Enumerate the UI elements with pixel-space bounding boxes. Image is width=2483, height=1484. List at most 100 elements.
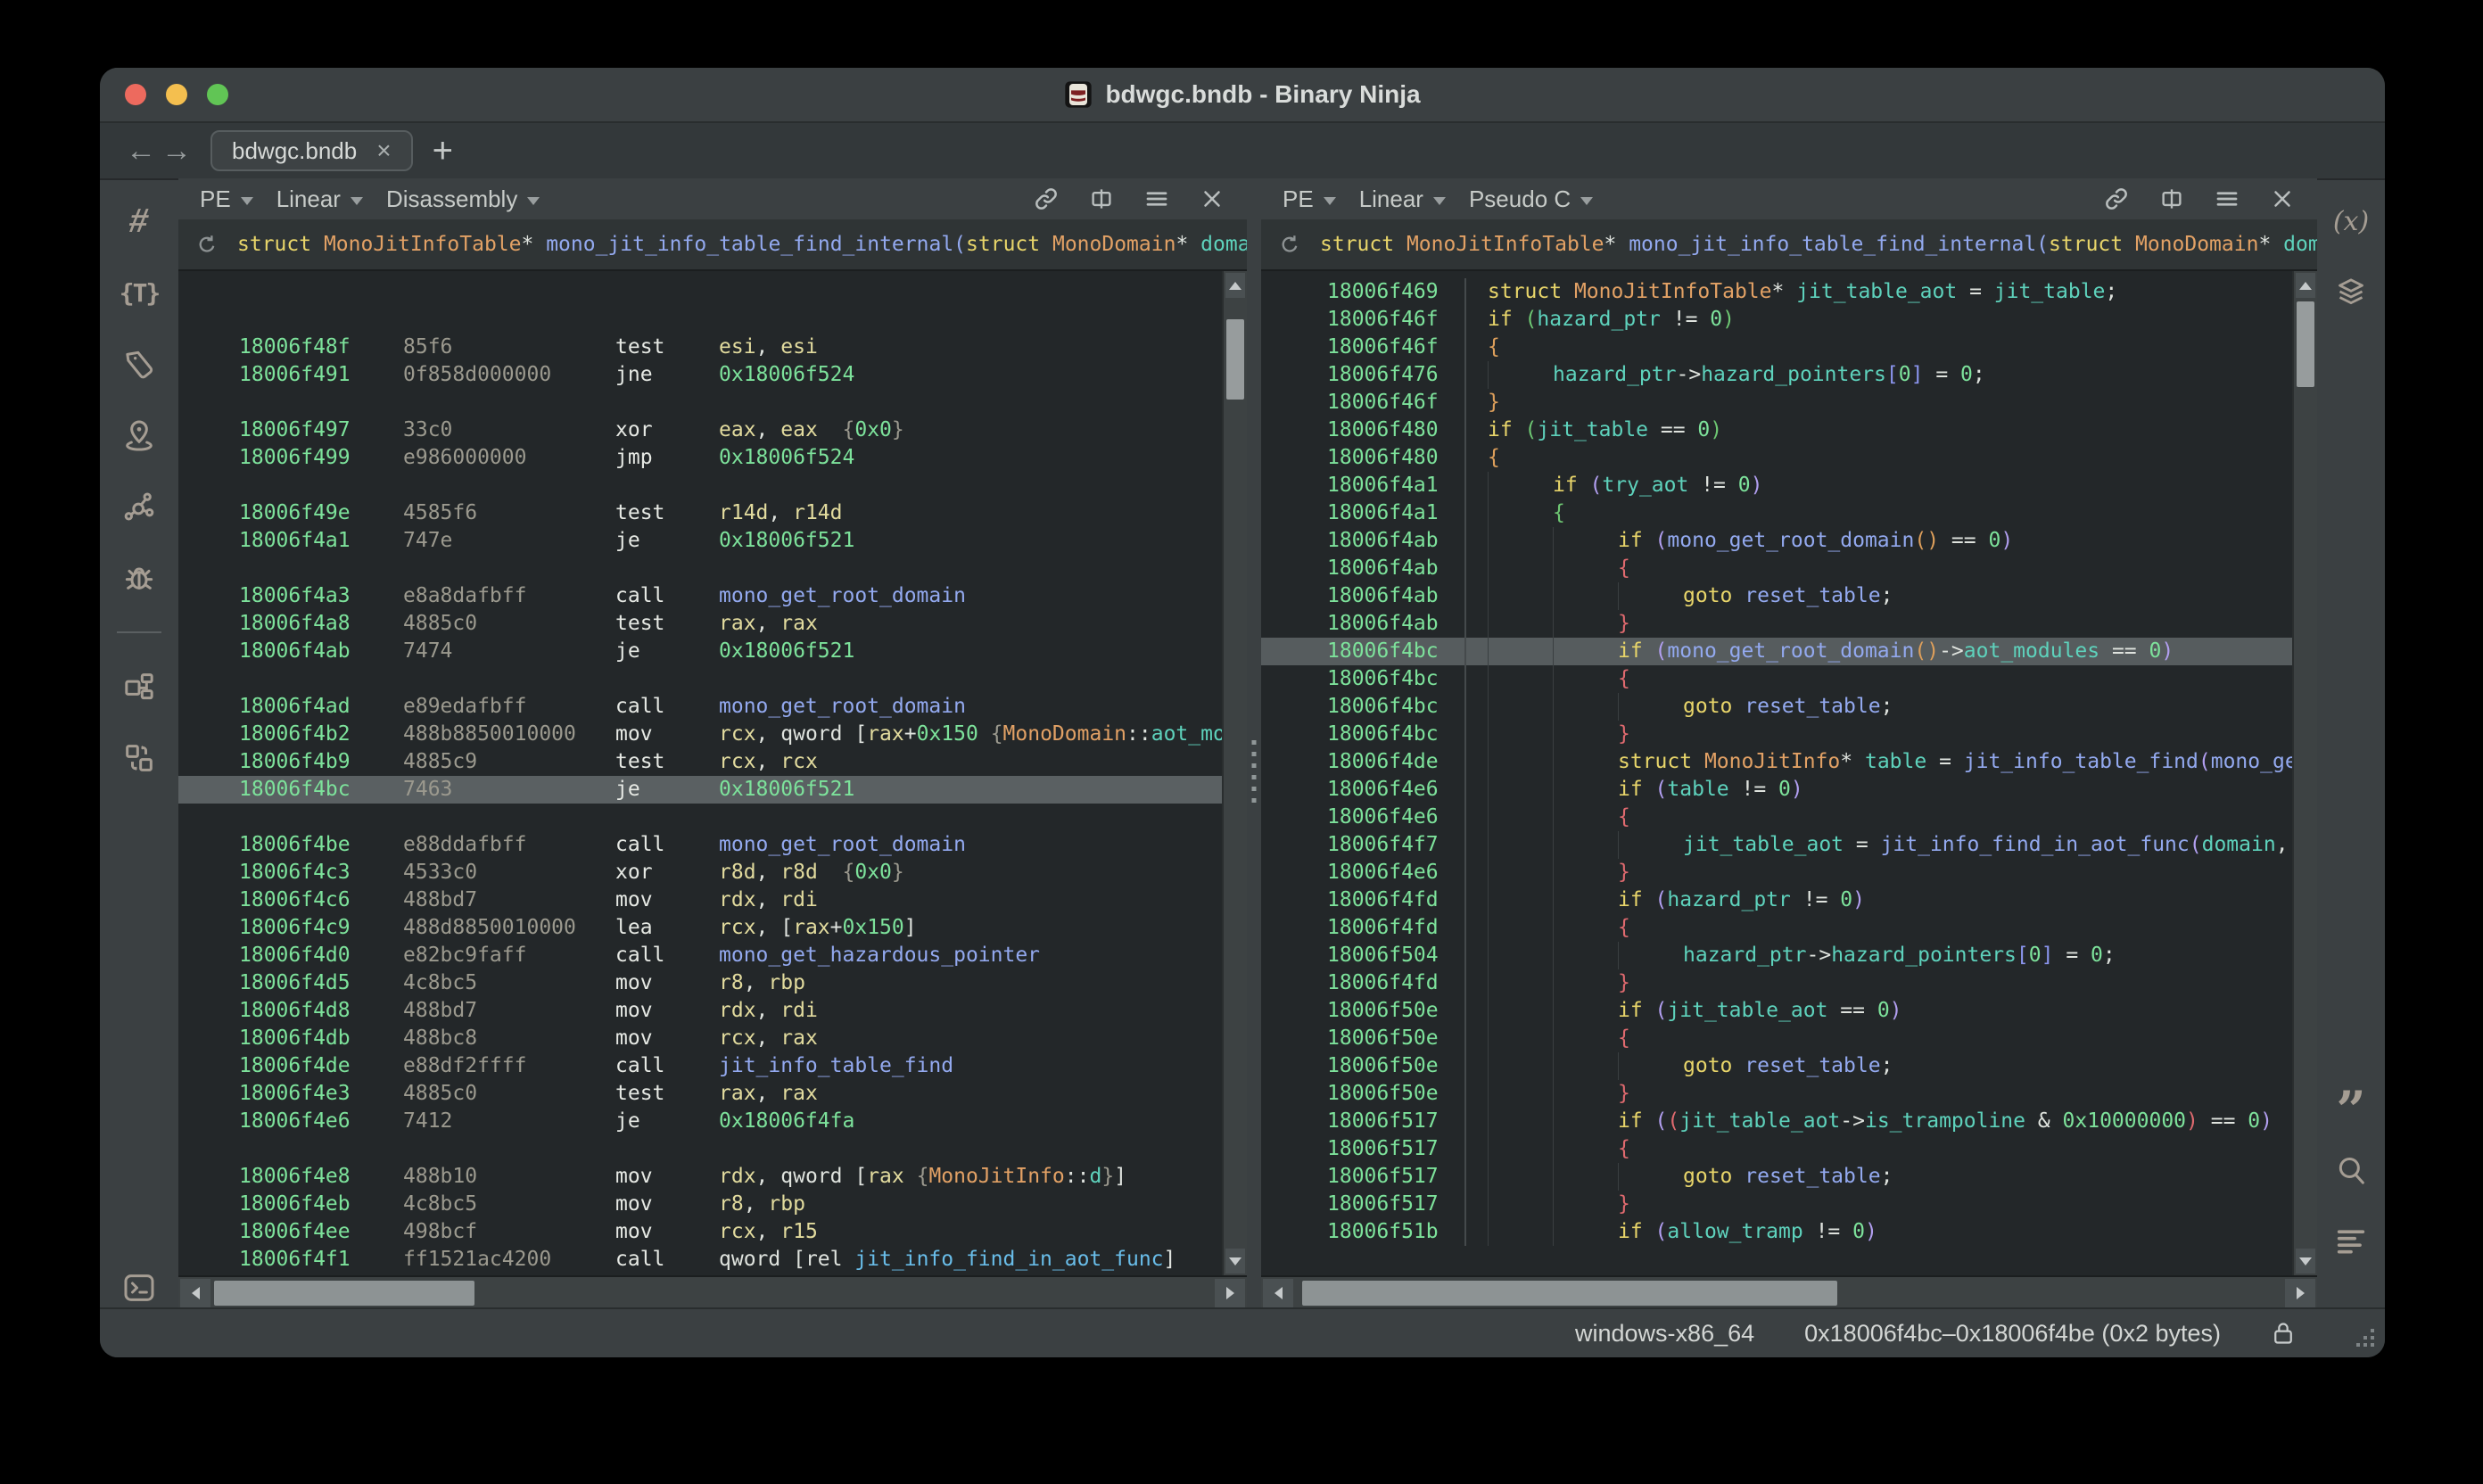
sidebar-swap-icon[interactable] [121,740,157,776]
scroll-right-button[interactable] [1215,1279,1245,1307]
sidebar-log-lines-icon[interactable] [2333,1224,2369,1259]
pane-menu-icon[interactable] [2214,186,2240,212]
pseudo-c-row[interactable]: 18006f469 struct MonoJitInfoTable * jit_ta… [1261,278,2292,306]
sidebar-terminal-icon[interactable] [121,1270,157,1306]
pseudo-c-row[interactable]: 18006f4bc if (mono_get_root_domain() -> aot… [1261,638,2292,665]
disasm-row[interactable]: 18006f4c3 4533c0 xor r8d, r8d {0x0} [178,859,1222,886]
pseudo-c-row[interactable]: 18006f46f { [1261,334,2292,361]
pseudo-c-function-signature[interactable]: struct MonoJitInfoTable * mono_jit_info_t… [1261,219,2317,271]
zoom-window-button[interactable] [207,84,228,105]
sidebar-types-icon[interactable]: {T} [120,275,161,310]
disasm-row[interactable]: 18006f497 33c0 xor eax, eax {0x0} [178,416,1222,444]
sidebar-layers-icon[interactable] [2333,275,2369,310]
pseudo-c-row[interactable]: 18006f4a1 if (try_aot != 0) [1261,472,2292,499]
pseudo-c-row[interactable]: 18006f4fd} [1261,969,2292,997]
dropdown-pe[interactable]: PE [200,186,253,213]
pseudo-c-row[interactable]: 18006f4f7 jit_table_aot = jit_info_find_i… [1261,831,2292,859]
reload-icon[interactable] [1277,232,1302,257]
disasm-row[interactable]: 18006f4ee 498bcf mov rcx, r15 [178,1218,1222,1246]
scroll-left-button[interactable] [180,1279,210,1307]
disasm-row[interactable]: 18006f4d0 e82bc9faff call mono_get_hazardou… [178,942,1222,969]
disasm-row[interactable]: 18006f4a1 747e je 0x18006f521 [178,527,1222,555]
disasm-row[interactable]: 18006f4db 488bc8 mov rcx, rax [178,1025,1222,1052]
tab-close-icon[interactable]: × [376,136,391,165]
disassembly-function-signature[interactable]: struct MonoJitInfoTable * mono_jit_info_t… [178,219,1247,271]
sidebar-tag-icon[interactable] [121,346,157,382]
pseudo-c-row[interactable]: 18006f480 if (jit_table == 0) [1261,416,2292,444]
scroll-right-button[interactable] [2285,1279,2315,1307]
scroll-up-button[interactable] [1225,273,1245,298]
pane-link-icon[interactable] [2103,186,2130,212]
dropdown-pseudo-c[interactable]: Pseudo C [1469,186,1594,213]
disasm-row[interactable]: 18006f4ad e89edafbff call mono_get_root_dom… [178,693,1222,721]
forward-button[interactable]: → [159,134,194,169]
disasm-row[interactable]: 18006f4e8 488b10 mov rdx, qword [rax {MonoJ… [178,1163,1222,1191]
disasm-row[interactable]: 18006f4c6 488bd7 mov rdx, rdi [178,886,1222,914]
pseudo-c-row[interactable]: 18006f517 { [1261,1135,2292,1163]
scroll-left-button[interactable] [1263,1279,1293,1307]
pseudo-c-row[interactable]: 18006f4bc goto reset_table; [1261,693,2292,721]
disasm-row[interactable]: 18006f4b9 4885c9 test rcx, rcx [178,748,1222,776]
scroll-down-button[interactable] [2296,1249,2315,1274]
disasm-row[interactable]: 18006f4a3 e8a8dafbff call mono_get_root_dom… [178,582,1222,610]
pseudo-c-row[interactable]: 18006f46f if (hazard_ptr != 0) [1261,306,2292,334]
disasm-row[interactable]: 18006f4d8 488bd7 mov rdx, rdi [178,997,1222,1025]
disasm-row[interactable]: 18006f49e 4585f6 test r14d, r14d [178,499,1222,527]
pseudo-c-row[interactable]: 18006f50e goto reset_table; [1261,1052,2292,1080]
scrollbar-thumb[interactable] [214,1281,474,1306]
disasm-row[interactable]: 18006f4d5 4c8bc5 mov r8, rbp [178,969,1222,997]
pseudo-c-row[interactable]: 18006f4ab { [1261,555,2292,582]
pseudo-c-row[interactable]: 18006f517 goto reset_table; [1261,1163,2292,1191]
tab-bdwgc[interactable]: bdwgc.bndb × [210,130,413,171]
disasm-row[interactable]: 18006f4f1 ff1521ac4200 call qword [rel jit_… [178,1246,1222,1274]
pane-split-icon[interactable] [2158,186,2185,212]
pseudo-c-row[interactable]: 18006f4de struct MonoJitInfo * table = jit… [1261,748,2292,776]
disasm-row[interactable]: 18006f4de e88df2ffff call jit_info_table_fi… [178,1052,1222,1080]
dropdown-pe[interactable]: PE [1283,186,1336,213]
disassembly-vertical-scrollbar[interactable] [1222,271,1247,1275]
pseudo-c-row[interactable]: 18006f50e if (jit_table_aot == 0) [1261,997,2292,1025]
pseudo-c-row[interactable]: 18006f4e6 if (table != 0) [1261,776,2292,804]
disasm-row[interactable]: 18006f4be e88ddafbff call mono_get_root_dom… [178,831,1222,859]
pseudo-c-row[interactable]: 18006f4bc { [1261,665,2292,693]
scrollbar-thumb[interactable] [1302,1281,1837,1306]
pane-link-icon[interactable] [1033,186,1060,212]
dropdown-linear[interactable]: Linear [1359,186,1446,213]
disasm-row[interactable]: 18006f4ab 7474 je 0x18006f521 [178,638,1222,665]
pseudo-c-row[interactable]: 18006f480 { [1261,444,2292,472]
disasm-row[interactable]: 18006f4bc 7463 je 0x18006f521 [178,776,1222,804]
pane-divider-handle[interactable] [1251,740,1257,803]
pseudo-c-row[interactable]: 18006f4ab} [1261,610,2292,638]
pseudo-c-row[interactable]: 18006f504 hazard_ptr -> hazard_pointers[0] … [1261,942,2292,969]
pseudo-c-row[interactable]: 18006f517} [1261,1191,2292,1218]
dropdown-disassembly[interactable]: Disassembly [386,186,540,213]
disasm-row[interactable]: 18006f4e6 7412 je 0x18006f4fa [178,1108,1222,1135]
pane-close-icon[interactable] [2269,186,2296,212]
scrollbar-thumb[interactable] [1226,319,1244,400]
pseudo-c-vertical-scrollbar[interactable] [2292,271,2317,1275]
pseudo-c-row[interactable]: 18006f517 if ((jit_table_aot -> is_trampoli… [1261,1108,2292,1135]
disasm-row[interactable]: 18006f48f 85f6 test esi, esi [178,334,1222,361]
sidebar-graph-icon[interactable] [121,489,157,524]
disasm-row[interactable]: 18006f4a8 4885c0 test rax, rax [178,610,1222,638]
sidebar-quotes-icon[interactable]: ” [2333,1081,2369,1136]
resize-grip[interactable] [2371,1343,2374,1347]
sidebar-location-icon[interactable] [121,417,157,453]
sidebar-hash-icon[interactable]: # [121,202,157,240]
dropdown-linear[interactable]: Linear [276,186,363,213]
pane-close-icon[interactable] [1199,186,1225,212]
pseudo-c-row[interactable]: 18006f4bc} [1261,721,2292,748]
sidebar-variables-icon[interactable]: (x) [2333,203,2369,239]
disassembly-horizontal-scrollbar[interactable] [178,1275,1247,1309]
disasm-row[interactable]: 18006f4c9 488d8850010000 lea rcx, [rax+0x15… [178,914,1222,942]
scroll-up-button[interactable] [2296,273,2315,298]
pseudo-c-row[interactable]: 18006f4e6} [1261,859,2292,886]
pseudo-c-row[interactable]: 18006f46f} [1261,389,2292,416]
disasm-row[interactable]: 18006f4b2 488b8850010000 mov rcx, qword [ra… [178,721,1222,748]
pseudo-c-row[interactable]: 18006f50e { [1261,1025,2292,1052]
pseudo-c-row[interactable]: 18006f51b if (allow_tramp != 0) [1261,1218,2292,1246]
pseudo-c-row[interactable]: 18006f4e6 { [1261,804,2292,831]
pseudo-c-row[interactable]: 18006f4ab if (mono_get_root_domain() == 0… [1261,527,2292,555]
sidebar-search-icon[interactable] [2333,1152,2369,1188]
pseudo-c-row[interactable]: 18006f4ab goto reset_table; [1261,582,2292,610]
